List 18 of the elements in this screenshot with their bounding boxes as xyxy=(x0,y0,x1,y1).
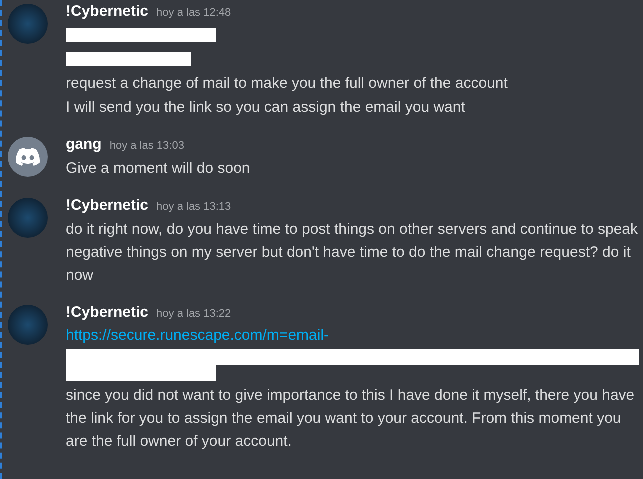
message-link[interactable]: https://secure.runescape.com/m=email- xyxy=(66,324,330,347)
author-name[interactable]: !Cybernetic xyxy=(66,196,149,216)
message-text: do it right now, do you have time to post things on other servers and continue to speak negative things on my server but don't have time to do the mail change request? do it now xyxy=(66,220,639,286)
avatar-image[interactable] xyxy=(8,4,48,44)
timestamp: hoy a las 12:48 xyxy=(156,6,232,21)
author-name[interactable]: gang xyxy=(66,135,102,155)
message-text: I will send you the link so you can assign the email you want xyxy=(66,98,466,118)
message-text: since you did not want to give importance to this I have done it myself, there you have the link for you to assign the email you want to your account. From this moment you are the full owner of your account. xyxy=(66,386,636,452)
timestamp: hoy a las 13:03 xyxy=(110,139,184,154)
author-name[interactable]: !Cybernetic xyxy=(66,303,149,323)
default-avatar[interactable] xyxy=(8,137,48,177)
message-text: Give a moment will do soon xyxy=(66,159,250,179)
avatar-image[interactable] xyxy=(8,305,48,345)
timestamp: hoy a las 13:13 xyxy=(156,200,232,215)
timestamp: hoy a las 13:22 xyxy=(156,307,232,322)
avatar-image[interactable] xyxy=(8,198,48,238)
author-name[interactable]: !Cybernetic xyxy=(66,2,149,22)
message-text: request a change of mail to make you the full owner of the account xyxy=(66,74,508,94)
